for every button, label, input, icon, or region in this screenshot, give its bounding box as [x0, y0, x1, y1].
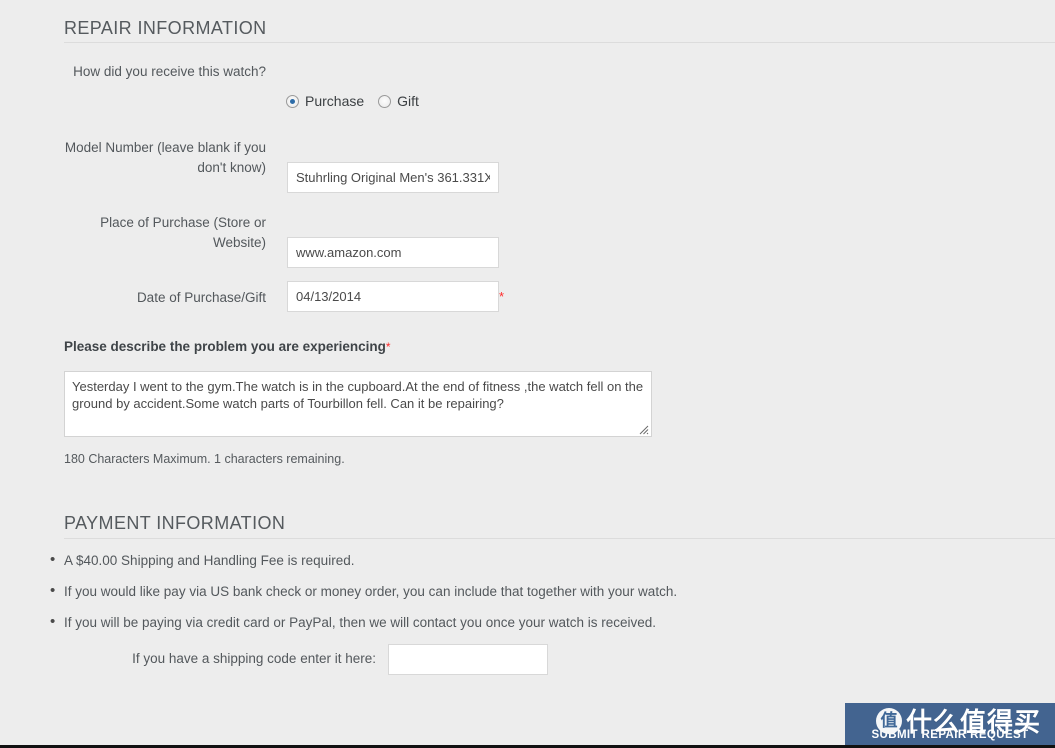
- receive-method-radio-group[interactable]: Purchase Gift: [286, 93, 419, 109]
- receive-method-label: How did you receive this watch?: [46, 62, 266, 82]
- radio-gift[interactable]: [378, 95, 391, 108]
- problem-required-asterisk: *: [386, 340, 391, 354]
- submit-repair-request-button[interactable]: SUBMIT REPAIR REQUEST: [845, 703, 1055, 745]
- payment-section-divider: [64, 538, 1055, 539]
- radio-gift-label[interactable]: Gift: [397, 93, 419, 109]
- problem-description-heading-text: Please describe the problem you are expe…: [64, 339, 386, 354]
- date-required-asterisk: *: [499, 289, 504, 304]
- repair-request-page: REPAIR INFORMATION How did you receive t…: [0, 0, 1055, 748]
- payment-info-list: A $40.00 Shipping and Handling Fee is re…: [64, 550, 964, 643]
- shipping-code-input[interactable]: [388, 644, 548, 675]
- shipping-code-label: If you have a shipping code enter it her…: [46, 651, 376, 666]
- date-of-purchase-label: Date of Purchase/Gift: [46, 288, 266, 308]
- model-number-input[interactable]: [287, 162, 499, 193]
- model-number-label: Model Number (leave blank if you don't k…: [46, 138, 266, 178]
- character-counter: 180 Characters Maximum. 1 characters rem…: [64, 452, 345, 466]
- list-item: A $40.00 Shipping and Handling Fee is re…: [64, 550, 964, 581]
- place-of-purchase-input[interactable]: [287, 237, 499, 268]
- list-item: If you would like pay via US bank check …: [64, 581, 964, 612]
- repair-section-divider: [64, 42, 1055, 43]
- submit-repair-request-label: SUBMIT REPAIR REQUEST: [871, 729, 1028, 741]
- problem-description-heading: Please describe the problem you are expe…: [64, 339, 391, 354]
- place-of-purchase-label: Place of Purchase (Store or Website): [46, 213, 266, 253]
- repair-information-heading: REPAIR INFORMATION: [64, 18, 267, 39]
- list-item: If you will be paying via credit card or…: [64, 612, 964, 643]
- date-of-purchase-input[interactable]: [287, 281, 499, 312]
- radio-purchase-label[interactable]: Purchase: [305, 93, 364, 109]
- problem-description-textarea[interactable]: Yesterday I went to the gym.The watch is…: [64, 371, 652, 437]
- radio-purchase[interactable]: [286, 95, 299, 108]
- payment-information-heading: PAYMENT INFORMATION: [64, 513, 285, 534]
